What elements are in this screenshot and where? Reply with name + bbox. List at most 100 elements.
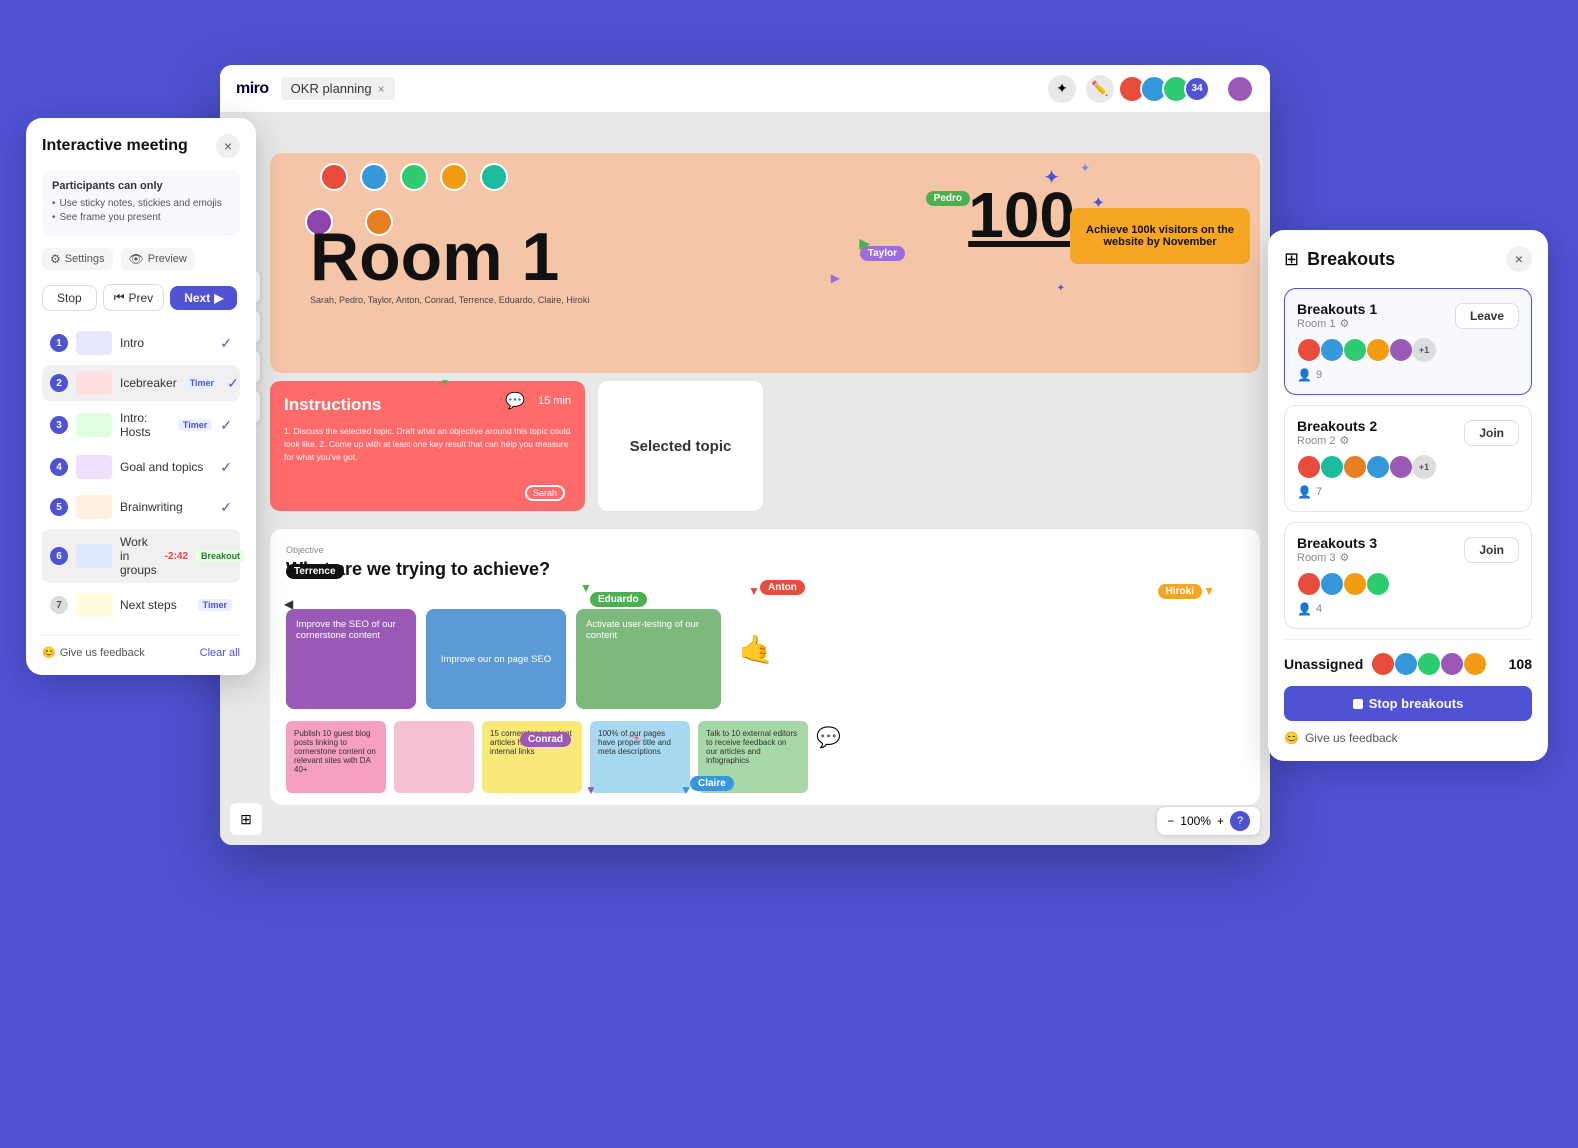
room1-title-area: Room 1 Sarah, Pedro, Taylor, Anton, Conr… — [310, 223, 589, 305]
breakout-2-join-btn[interactable]: Join — [1464, 420, 1519, 446]
chat-icon: 💬 — [505, 391, 525, 411]
step-3-tag: Timer — [178, 419, 212, 431]
settings-btn[interactable]: ⚙ Settings — [42, 248, 113, 270]
zoom-help[interactable]: ? — [1230, 811, 1250, 831]
preview-btn[interactable]: 👁 Preview — [121, 248, 195, 270]
breakout-1-avatars: +1 — [1297, 338, 1519, 362]
breakout-3-join-btn[interactable]: Join — [1464, 537, 1519, 563]
terrence-label-area: Terrence — [286, 561, 344, 579]
b2-avatar-3 — [1343, 455, 1367, 479]
participants-note-item-1: • Use sticky notes, stickies and emojis — [52, 198, 230, 209]
room1-header: Room 1 Sarah, Pedro, Taylor, Anton, Conr… — [270, 153, 1260, 373]
pedro-label-area: Pedro — [926, 188, 970, 206]
prev-icon: ⏮ — [114, 290, 125, 305]
floating-avatar-3 — [400, 163, 428, 191]
ua-avatar-5 — [1463, 652, 1487, 676]
cursor-purple-bottom: ▼ — [585, 783, 597, 797]
zoom-level: 100% — [1180, 814, 1211, 828]
okr-objective: Objective — [286, 545, 1244, 555]
breakout-1-leave-btn[interactable]: Leave — [1455, 303, 1519, 329]
sticky-pink: Publish 10 guest blog posts linking to c… — [286, 721, 386, 793]
breakouts-panel: ⊞ Breakouts × Breakouts 1 Room 1 ⚙ Leave — [1268, 230, 1548, 761]
next-btn[interactable]: Next ▶ — [170, 286, 237, 310]
breakout-room-3: Breakouts 3 Room 3 ⚙ Join 👤 4 — [1284, 522, 1532, 629]
feedback-icon: 😊 — [42, 646, 56, 659]
topbar-right: ✦ ✏️ 34 — [1048, 75, 1254, 103]
breakouts-close-btn[interactable]: × — [1506, 246, 1532, 272]
b1-avatar-5 — [1389, 338, 1413, 362]
step-6-tag: Breakout — [196, 550, 245, 562]
step-4-thumb — [76, 455, 112, 479]
b2-avatar-5 — [1389, 455, 1413, 479]
step-5-name: Brainwriting — [120, 500, 212, 514]
board-tab[interactable]: OKR planning × — [281, 77, 395, 100]
unassigned-row: Unassigned 108 — [1284, 652, 1532, 676]
canvas-content: ↩ ↖ ⬜ 🙂 Room 1 Sarah, Pedro, Taylor, A — [220, 113, 1270, 845]
current-user-avatar[interactable] — [1226, 75, 1254, 103]
step-5[interactable]: 5 Brainwriting ✓ — [42, 489, 240, 525]
stop-icon — [1353, 699, 1363, 709]
participants-note-item-2: • See frame you present — [52, 212, 230, 223]
achieve-card: Achieve 100k visitors on the website by … — [1070, 208, 1250, 264]
step-6-time: -2:42 — [165, 551, 188, 562]
step-7-thumb — [76, 593, 112, 617]
zoom-minus[interactable]: − — [1167, 814, 1174, 828]
anton-label-area: Anton — [760, 577, 805, 595]
zoom-plus[interactable]: + — [1217, 814, 1224, 828]
board-tab-close-icon[interactable]: × — [378, 82, 385, 96]
cursor-arrow-purple: ▶ — [831, 271, 840, 285]
breakout-2-avatars: +1 — [1297, 455, 1519, 479]
b1-avatar-1 — [1297, 338, 1321, 362]
step-3-number: 3 — [50, 416, 68, 434]
step-7[interactable]: 7 Next steps Timer — [42, 587, 240, 623]
step-2[interactable]: 2 Icebreaker Timer ✓ — [42, 365, 240, 401]
stop-btn[interactable]: Stop — [42, 285, 97, 311]
step-3-thumb — [76, 413, 112, 437]
participants-note-title: Participants can only — [52, 180, 230, 192]
breakout-3-sub: Room 3 ⚙ — [1297, 551, 1464, 564]
anton-label: Anton — [760, 580, 805, 595]
participants-note: Participants can only • Use sticky notes… — [42, 170, 240, 236]
prev-btn[interactable]: ⏮ Prev — [103, 284, 165, 311]
breakout-room-2-header: Breakouts 2 Room 2 ⚙ Join — [1297, 418, 1519, 447]
step-7-number: 7 — [50, 596, 68, 614]
step-3[interactable]: 3 Intro: Hosts Timer ✓ — [42, 405, 240, 445]
b1-avatar-2 — [1320, 338, 1344, 362]
breakouts-grid-icon: ⊞ — [1284, 249, 1299, 270]
feedback-link[interactable]: 😊 Give us feedback — [42, 646, 145, 659]
breakouts-feedback[interactable]: 😊 Give us feedback — [1284, 731, 1532, 745]
ua-avatar-3 — [1417, 652, 1441, 676]
step-6[interactable]: 6 Work in groups -2:42 Breakout — [42, 529, 240, 583]
panel-title: Interactive meeting — [42, 137, 188, 155]
panel-close-btn[interactable]: × — [216, 134, 240, 158]
stop-breakouts-btn[interactable]: Stop breakouts — [1284, 686, 1532, 721]
b1-avatar-4 — [1366, 338, 1390, 362]
breakout-room-3-info: Breakouts 3 Room 3 ⚙ — [1297, 535, 1464, 564]
step-4-number: 4 — [50, 458, 68, 476]
floating-avatar-1 — [320, 163, 348, 191]
eduardo-label-area: Eduardo — [590, 589, 647, 607]
breakout-2-count: 👤 7 — [1297, 485, 1519, 499]
sarah-cursor: Sarah — [525, 485, 565, 501]
step-1-thumb — [76, 331, 112, 355]
settings-icon-b2: ⚙ — [1340, 434, 1350, 447]
step-1[interactable]: 1 Intro ✓ — [42, 325, 240, 361]
panel-header: Interactive meeting × — [42, 134, 240, 158]
board-content: Room 1 Sarah, Pedro, Taylor, Anton, Conr… — [270, 153, 1260, 805]
clear-btn[interactable]: Clear all — [200, 647, 240, 659]
sticky-pink2 — [394, 721, 474, 793]
claire-label: Claire — [690, 776, 734, 791]
breakout-room-1: Breakouts 1 Room 1 ⚙ Leave +1 👤 9 — [1284, 288, 1532, 395]
step-list: 1 Intro ✓ 2 Icebreaker Timer ✓ 3 Intro: … — [42, 325, 240, 623]
breakout-room-1-info: Breakouts 1 Room 1 ⚙ — [1297, 301, 1455, 330]
step-4-check: ✓ — [220, 459, 232, 476]
breakout-room-1-header: Breakouts 1 Room 1 ⚙ Leave — [1297, 301, 1519, 330]
step-4[interactable]: 4 Goal and topics ✓ — [42, 449, 240, 485]
step-3-name: Intro: Hosts — [120, 411, 170, 439]
sparkle-icon[interactable]: ✏️ — [1086, 75, 1114, 103]
breakout-2-sub: Room 2 ⚙ — [1297, 434, 1464, 447]
cursor-icon[interactable]: ✦ — [1048, 75, 1076, 103]
panel-toggle-btn[interactable]: ⊞ — [230, 803, 262, 835]
unassigned-avatars — [1371, 652, 1487, 676]
breakout-room-3-header: Breakouts 3 Room 3 ⚙ Join — [1297, 535, 1519, 564]
